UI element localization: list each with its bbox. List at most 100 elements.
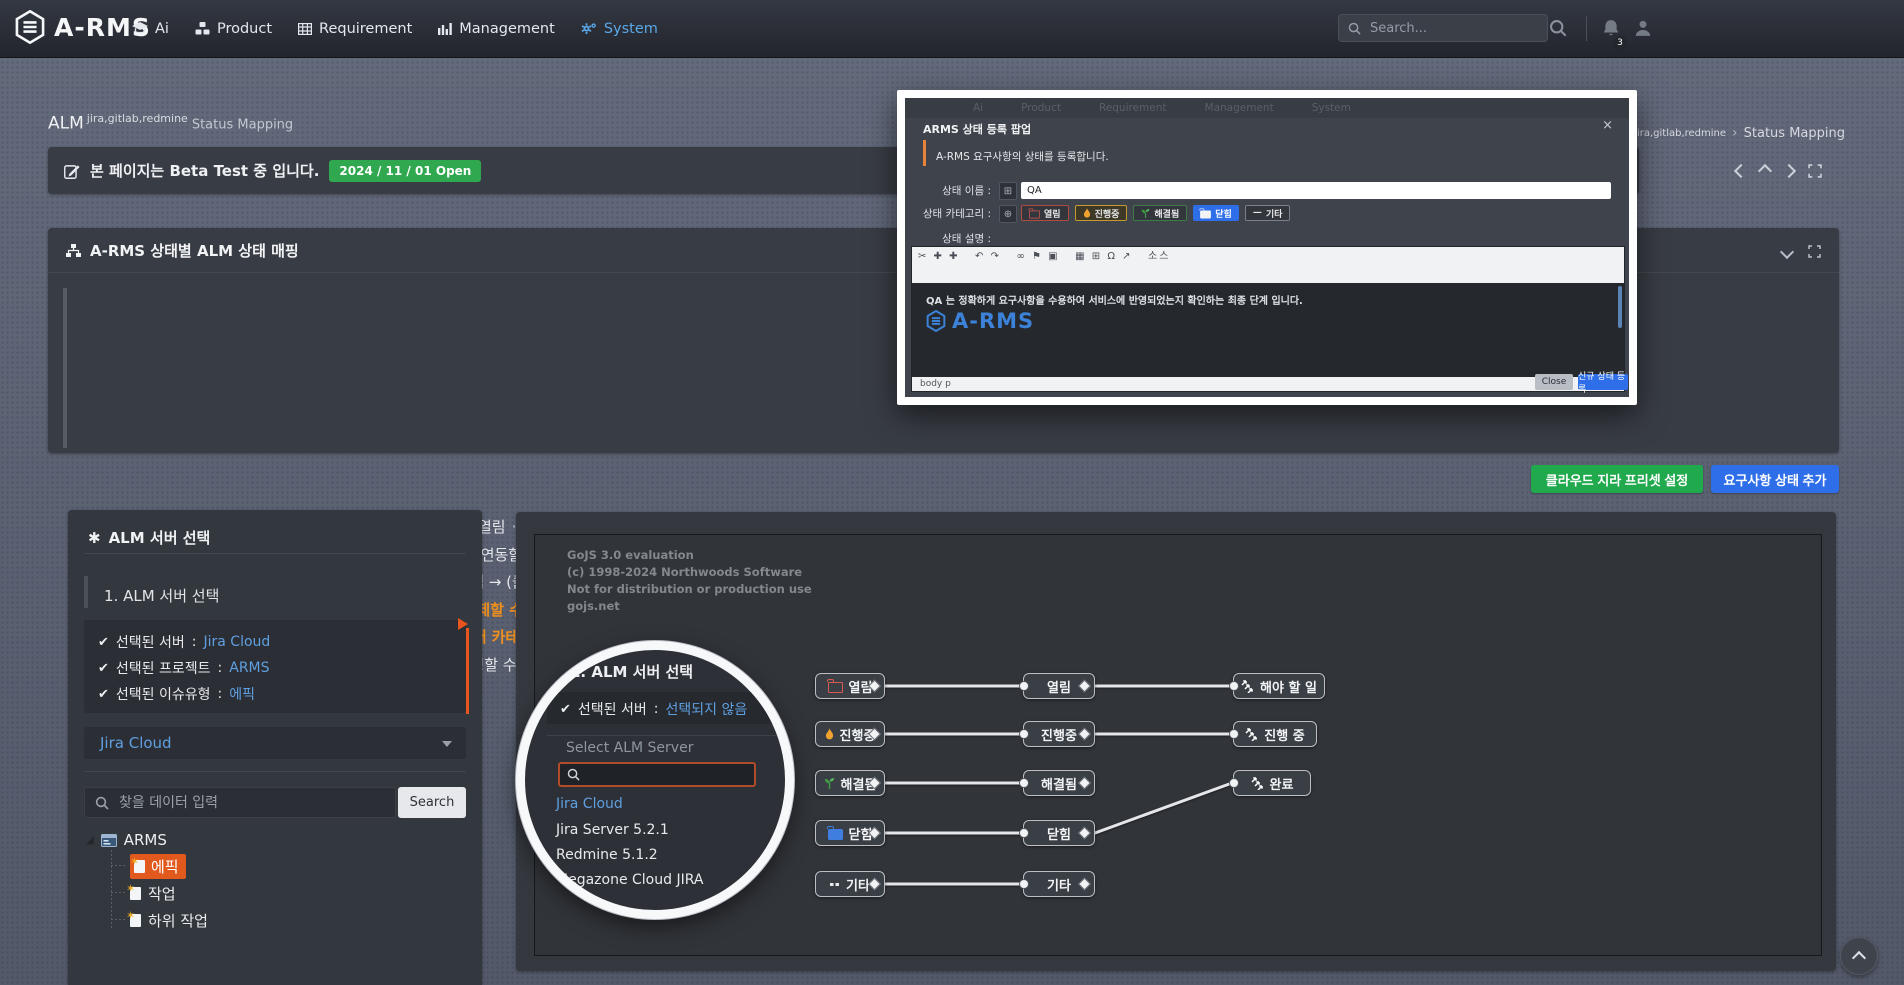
nav-label: System bbox=[604, 21, 658, 37]
node-category-etc[interactable]: 기타 bbox=[815, 871, 885, 897]
chip-progress: 진행중 bbox=[1075, 205, 1128, 221]
node-status-etc[interactable]: 기타 bbox=[1023, 871, 1095, 897]
nav-label: Product bbox=[217, 21, 272, 37]
node-category-resolved[interactable]: 해결됨 bbox=[815, 770, 885, 796]
node-status-progress[interactable]: 진행중 bbox=[1023, 721, 1095, 747]
notification-badge[interactable]: 3 bbox=[1613, 36, 1627, 50]
page-title: ALMjira,gitlab,redmine Status Mapping bbox=[48, 112, 293, 134]
node-status-resolved[interactable]: 해결됨 bbox=[1023, 770, 1095, 796]
nav-item-requirement[interactable]: Requirement bbox=[298, 21, 412, 37]
status-category-label: 상태 카테고리 : bbox=[909, 206, 991, 221]
arms-logo-icon bbox=[14, 10, 46, 44]
search-icon-button[interactable] bbox=[1549, 19, 1567, 41]
navbar-search[interactable] bbox=[1338, 14, 1548, 42]
node-jira-todo[interactable]: 해야 할 일 bbox=[1233, 673, 1325, 699]
expand-icon[interactable] bbox=[1808, 245, 1821, 258]
tree-item-epic[interactable]: 에픽 bbox=[130, 854, 186, 879]
tree-item-subtask[interactable]: 하위 작업 bbox=[130, 910, 208, 931]
jira-status-arrows-icon bbox=[1241, 680, 1254, 693]
magnifier-dropdown-placeholder: Select ALM Server bbox=[566, 740, 693, 756]
divider bbox=[547, 735, 794, 736]
nav-item-system[interactable]: System bbox=[581, 21, 658, 37]
jira-preset-button[interactable]: 클라우드 지라 프리셋 설정 bbox=[1531, 465, 1703, 493]
asterisk-icon: ✱ bbox=[88, 529, 101, 547]
tree-guide-line bbox=[111, 850, 112, 928]
tree-search-box[interactable] bbox=[84, 787, 396, 818]
tree-item-task[interactable]: 작업 bbox=[130, 883, 176, 904]
node-category-closed[interactable]: 닫힘 bbox=[815, 820, 885, 846]
tree-guide-line bbox=[111, 865, 125, 866]
selected-issuetype-value: 에픽 bbox=[229, 684, 255, 704]
magnifier-selected-row: ✔ 선택된 서버: 선택되지 않음 bbox=[560, 699, 747, 719]
sitemap-icon bbox=[66, 244, 81, 257]
chevron-left-icon[interactable] bbox=[1734, 164, 1748, 178]
collapse-chevron-icon[interactable] bbox=[1780, 244, 1794, 258]
chevron-up-icon bbox=[1852, 951, 1866, 965]
magnifier-step-title: 1. ALM 서버 선택 bbox=[570, 661, 693, 682]
add-status-button[interactable]: 요구사항 상태 추가 bbox=[1711, 465, 1839, 493]
server-select-dropdown[interactable]: Jira Cloud bbox=[84, 727, 466, 759]
tree-expander-icon[interactable]: ◢ bbox=[86, 835, 94, 846]
beta-date-badge[interactable]: 2024 / 11 / 01 Open bbox=[329, 160, 481, 182]
popup-accent-bar bbox=[923, 140, 926, 166]
popup-close-button: Close bbox=[1535, 374, 1573, 390]
page-title-tail: Status Mapping bbox=[192, 118, 293, 133]
tree-guide-line bbox=[111, 919, 125, 920]
category-chips: 열림 진행중 해결됨 닫힘 —기타 bbox=[1021, 205, 1290, 221]
magnifier-zoom-overlay: 1. ALM 서버 선택 ✔ 선택된 서버: 선택되지 않음 Select AL… bbox=[516, 641, 794, 919]
status-name-label: 상태 이름 : bbox=[909, 183, 991, 198]
flame-icon bbox=[1083, 208, 1091, 218]
brand[interactable]: A-RMS bbox=[14, 10, 151, 44]
node-category-open[interactable]: 열림 bbox=[815, 673, 885, 699]
step-title: 1. ALM 서버 선택 bbox=[104, 585, 219, 606]
flame-icon bbox=[825, 728, 834, 740]
annotation-line bbox=[466, 628, 469, 714]
bar-chart-icon bbox=[438, 23, 452, 35]
nav-item-management[interactable]: Management bbox=[438, 21, 555, 37]
graduation-cap-icon bbox=[132, 22, 148, 35]
table-icon bbox=[298, 23, 312, 35]
breadcrumb-separator-icon: › bbox=[1732, 125, 1738, 141]
editor-toolbar: ✂ ✚ ✚ ↶ ↷ ∞ ⚑ ▣ ▦ ⊞ Ω ↗ 소스 B I abc ≡ ≣ ❝… bbox=[912, 247, 1624, 283]
chevron-down-icon bbox=[442, 741, 452, 747]
node-status-closed[interactable]: 닫힘 bbox=[1023, 820, 1095, 846]
divider bbox=[84, 771, 466, 772]
breadcrumb: ALMjira,gitlab,redmine › Status Mapping bbox=[1601, 125, 1845, 141]
node-category-progress[interactable]: 진행중 bbox=[815, 721, 885, 747]
chevron-right-icon[interactable] bbox=[1782, 164, 1796, 178]
chip-resolved: 해결됨 bbox=[1133, 205, 1187, 221]
selected-info-box: ✔ 선택된 서버: Jira Cloud ✔ 선택된 프로젝트: ARMS ✔ … bbox=[84, 620, 466, 713]
node-status-open[interactable]: 열림 bbox=[1023, 673, 1095, 699]
editor-arms-logo: A-RMS bbox=[926, 309, 1034, 333]
tree-search-input[interactable] bbox=[117, 794, 361, 812]
tree-search-button[interactable]: Search bbox=[398, 787, 466, 818]
status-register-popup-screenshot: Ai Product Requirement Management System… bbox=[897, 90, 1637, 405]
folder-closed-blue-icon bbox=[828, 829, 843, 840]
page-title-main: ALM bbox=[48, 114, 84, 134]
page-title-sub: jira,gitlab,redmine bbox=[87, 112, 188, 125]
scroll-to-top-button[interactable] bbox=[1840, 937, 1878, 975]
nav-item-product[interactable]: Product bbox=[195, 21, 272, 37]
id-grid-icon: ⊞ bbox=[999, 182, 1017, 200]
tree-guide-line bbox=[111, 892, 125, 893]
navbar-divider bbox=[1586, 16, 1587, 41]
chevron-up-icon[interactable] bbox=[1758, 164, 1772, 178]
expand-icon[interactable] bbox=[1808, 164, 1822, 178]
info-panel-title: A-RMS 상태별 ALM 상태 매핑 bbox=[90, 240, 299, 261]
nav-label: Ai bbox=[155, 21, 169, 37]
app-root: A-RMS Ai Product Requirement Management … bbox=[0, 0, 1904, 985]
nav-item-ai[interactable]: Ai bbox=[132, 21, 169, 37]
search-icon bbox=[95, 796, 109, 810]
editor-toolbar-row1: ✂ ✚ ✚ ↶ ↷ ∞ ⚑ ▣ ▦ ⊞ Ω ↗ 소스 bbox=[918, 249, 1618, 265]
nav-label: Requirement bbox=[319, 21, 412, 37]
node-jira-inprogress[interactable]: 진행 중 bbox=[1233, 721, 1317, 747]
node-jira-done[interactable]: 완료 bbox=[1233, 770, 1311, 796]
tree-root-arms[interactable]: ◢ ARMS bbox=[86, 831, 167, 849]
sidebar-title: ✱ ALM 서버 선택 bbox=[88, 527, 210, 548]
main-menu: Ai Product Requirement Management System bbox=[132, 0, 658, 57]
window-icon bbox=[101, 834, 117, 847]
search-input[interactable] bbox=[1368, 20, 1532, 37]
user-profile-icon[interactable] bbox=[1634, 19, 1652, 41]
ghost-navbar: Ai Product Requirement Management System bbox=[905, 98, 1629, 118]
selected-project-value: ARMS bbox=[229, 660, 269, 676]
